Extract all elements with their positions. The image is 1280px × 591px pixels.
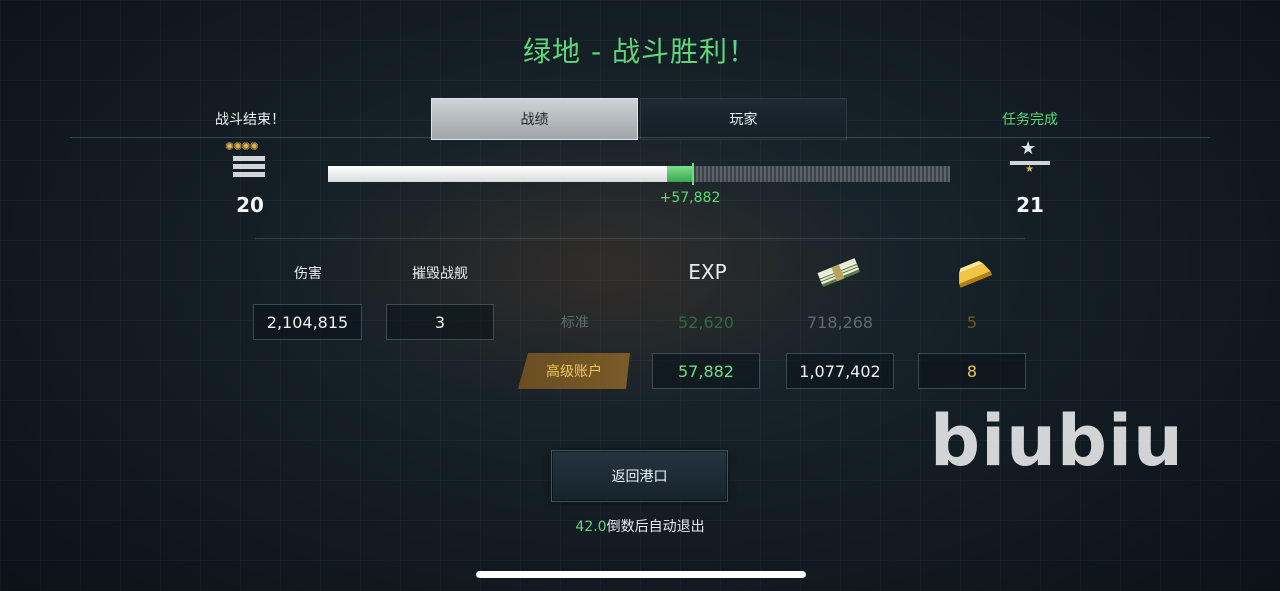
page-title: 绿地 - 战斗胜利！	[523, 35, 757, 68]
premium-exp-value: 57,882	[652, 353, 760, 389]
tab-stats[interactable]: 战绩	[431, 98, 638, 140]
battle-end-label: 战斗结束！	[215, 112, 285, 128]
home-indicator[interactable]	[476, 571, 806, 578]
premium-row-label: 高级账户	[518, 353, 630, 389]
exp-progress-bar	[328, 163, 950, 185]
standard-credits-value: 718,268	[806, 312, 874, 332]
mission-complete-label: 任务完成	[1002, 112, 1058, 128]
premium-gold-value: 8	[918, 353, 1026, 389]
return-to-port-button[interactable]: 返回港口	[551, 450, 728, 502]
standard-gold-value: 5	[966, 312, 978, 332]
progress-gain-fill	[667, 166, 692, 182]
standard-row-label: 标准	[561, 315, 589, 331]
standard-exp-value: 52,620	[678, 312, 734, 332]
next-level: 21	[1016, 193, 1044, 217]
gold-bar-icon	[959, 260, 993, 288]
exp-header: EXP	[688, 260, 727, 284]
countdown-text: 倒数后自动退出	[606, 519, 705, 535]
cash-stack-icon	[817, 258, 860, 287]
countdown-seconds: 42.0	[575, 519, 607, 535]
current-level: 20	[236, 193, 264, 217]
star-rank-icon: ★ ★	[1005, 138, 1055, 180]
watermark-logo: biubiu	[930, 400, 1184, 482]
exp-gain-label: +57,882	[659, 190, 721, 206]
kills-header: 摧毁战舰	[412, 266, 468, 282]
premium-credits-value: 1,077,402	[786, 353, 894, 389]
background-grid	[0, 0, 1280, 591]
damage-value: 2,104,815	[253, 304, 362, 340]
progress-base-fill	[328, 166, 667, 182]
auto-exit-countdown: 42.0倒数后自动退出	[440, 516, 840, 536]
kills-value: 3	[386, 304, 494, 340]
rank-insignia-icon: ✺✺✺✺	[220, 138, 280, 182]
damage-header: 伤害	[294, 266, 322, 282]
section-divider	[255, 238, 1025, 239]
tab-players[interactable]: 玩家	[640, 98, 847, 140]
progress-marker	[692, 163, 694, 185]
